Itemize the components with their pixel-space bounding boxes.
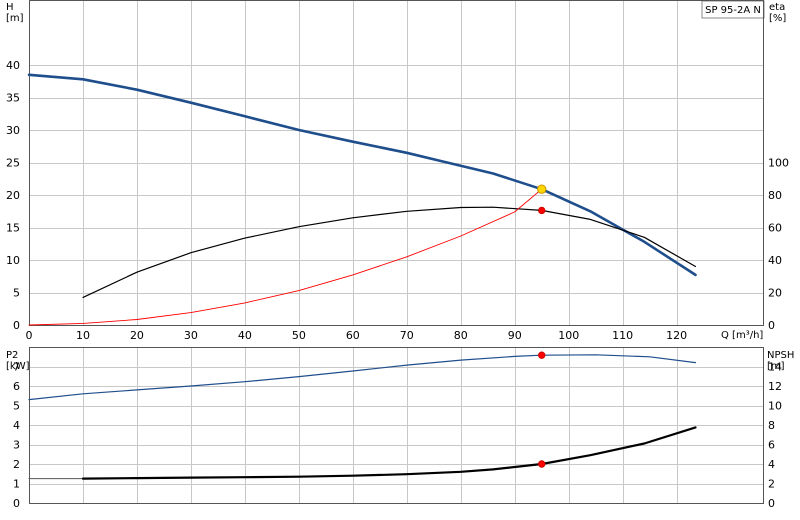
right-tick-label: 20	[768, 287, 782, 300]
x-axis-label: Q [m³/h]	[721, 330, 763, 341]
left-tick-label: 40	[6, 59, 20, 72]
left-tick-label: 0	[13, 497, 20, 510]
panel-head-efficiency: 0 5 10 15 20 25 30 35 40 0 20 40 60 80 100 0 10 20 30 40 50 6…	[6, 0, 789, 342]
x-tick-label: 20	[130, 329, 144, 342]
right-tick-label: 100	[768, 157, 789, 170]
x-tick-label: 30	[184, 329, 198, 342]
duty-point-marker-1	[538, 206, 546, 215]
series-line-2	[81, 426, 697, 480]
series-line-2	[28, 188, 543, 326]
model-badge-text: SP 95-2A N	[705, 5, 761, 16]
left-tick-label: 6	[13, 380, 20, 393]
left-tick-label: 30	[6, 124, 20, 137]
series-line-1	[82, 206, 697, 298]
top-right-axis-label: eta	[769, 2, 785, 13]
right-tick-label: 8	[768, 419, 775, 432]
x-tick-label: 80	[454, 329, 468, 342]
left-tick-label: 5	[13, 400, 20, 413]
right-tick-label: 14	[768, 361, 782, 374]
right-tick-label: 0	[768, 497, 775, 510]
right-tick-label: 60	[768, 222, 782, 235]
right-tick-label: 40	[768, 254, 782, 267]
x-tick-label: 110	[612, 329, 633, 342]
model-badge: SP 95-2A N	[701, 0, 765, 19]
duty-point-marker-0	[538, 351, 546, 359]
x-tick-label: 70	[400, 329, 414, 342]
x-tick-label: 90	[508, 329, 522, 342]
left-tick-label: 3	[13, 439, 20, 452]
left-tick-label: 7	[13, 361, 20, 374]
x-tick-label: 100	[558, 329, 579, 342]
left-tick-label: 20	[6, 189, 20, 202]
left-tick-label: 25	[6, 157, 20, 170]
top-left-axis-label: H	[6, 2, 14, 13]
left-tick-label: 15	[6, 222, 20, 235]
series-line-0	[28, 354, 697, 401]
left-tick-label: 1	[13, 478, 20, 491]
x-tick-label: 50	[292, 329, 306, 342]
bottom-left-axis-label: P2	[6, 350, 18, 361]
x-tick-label: 40	[238, 329, 252, 342]
right-tick-label: 2	[768, 478, 775, 491]
right-tick-label: 0	[768, 319, 775, 332]
left-tick-label: 0	[13, 319, 20, 332]
right-tick-label: 4	[768, 458, 775, 471]
duty-point-marker-0	[537, 184, 547, 194]
x-tick-label: 10	[76, 329, 90, 342]
duty-point-marker-1	[538, 460, 546, 468]
right-tick-label: 80	[768, 189, 782, 202]
top-right-axis-unit: [%]	[769, 13, 786, 24]
series-line-0	[27, 73, 697, 277]
right-tick-label: 6	[768, 439, 775, 452]
x-tick-label: 60	[346, 329, 360, 342]
top-left-axis-unit: [m]	[6, 13, 24, 24]
right-tick-label: 10	[768, 400, 782, 413]
left-tick-label: 2	[13, 458, 20, 471]
pump-curve-chart: SP 95-2A N H [m] eta [%] Q [m³/h] P2 [kW…	[0, 0, 800, 520]
left-tick-label: 10	[6, 254, 20, 267]
left-tick-label: 35	[6, 92, 20, 105]
right-tick-label: 12	[768, 380, 782, 393]
panel-power-npsh: 0123456702468101214	[13, 347, 782, 510]
x-tick-label: 0	[26, 329, 33, 342]
x-tick-label: 120	[666, 329, 687, 342]
bottom-right-axis-label: NPSH	[767, 350, 794, 361]
pump-curve-svg: SP 95-2A N H [m] eta [%] Q [m³/h] P2 [kW…	[6, 0, 794, 510]
left-tick-label: 4	[13, 419, 20, 432]
left-tick-label: 5	[13, 287, 20, 300]
